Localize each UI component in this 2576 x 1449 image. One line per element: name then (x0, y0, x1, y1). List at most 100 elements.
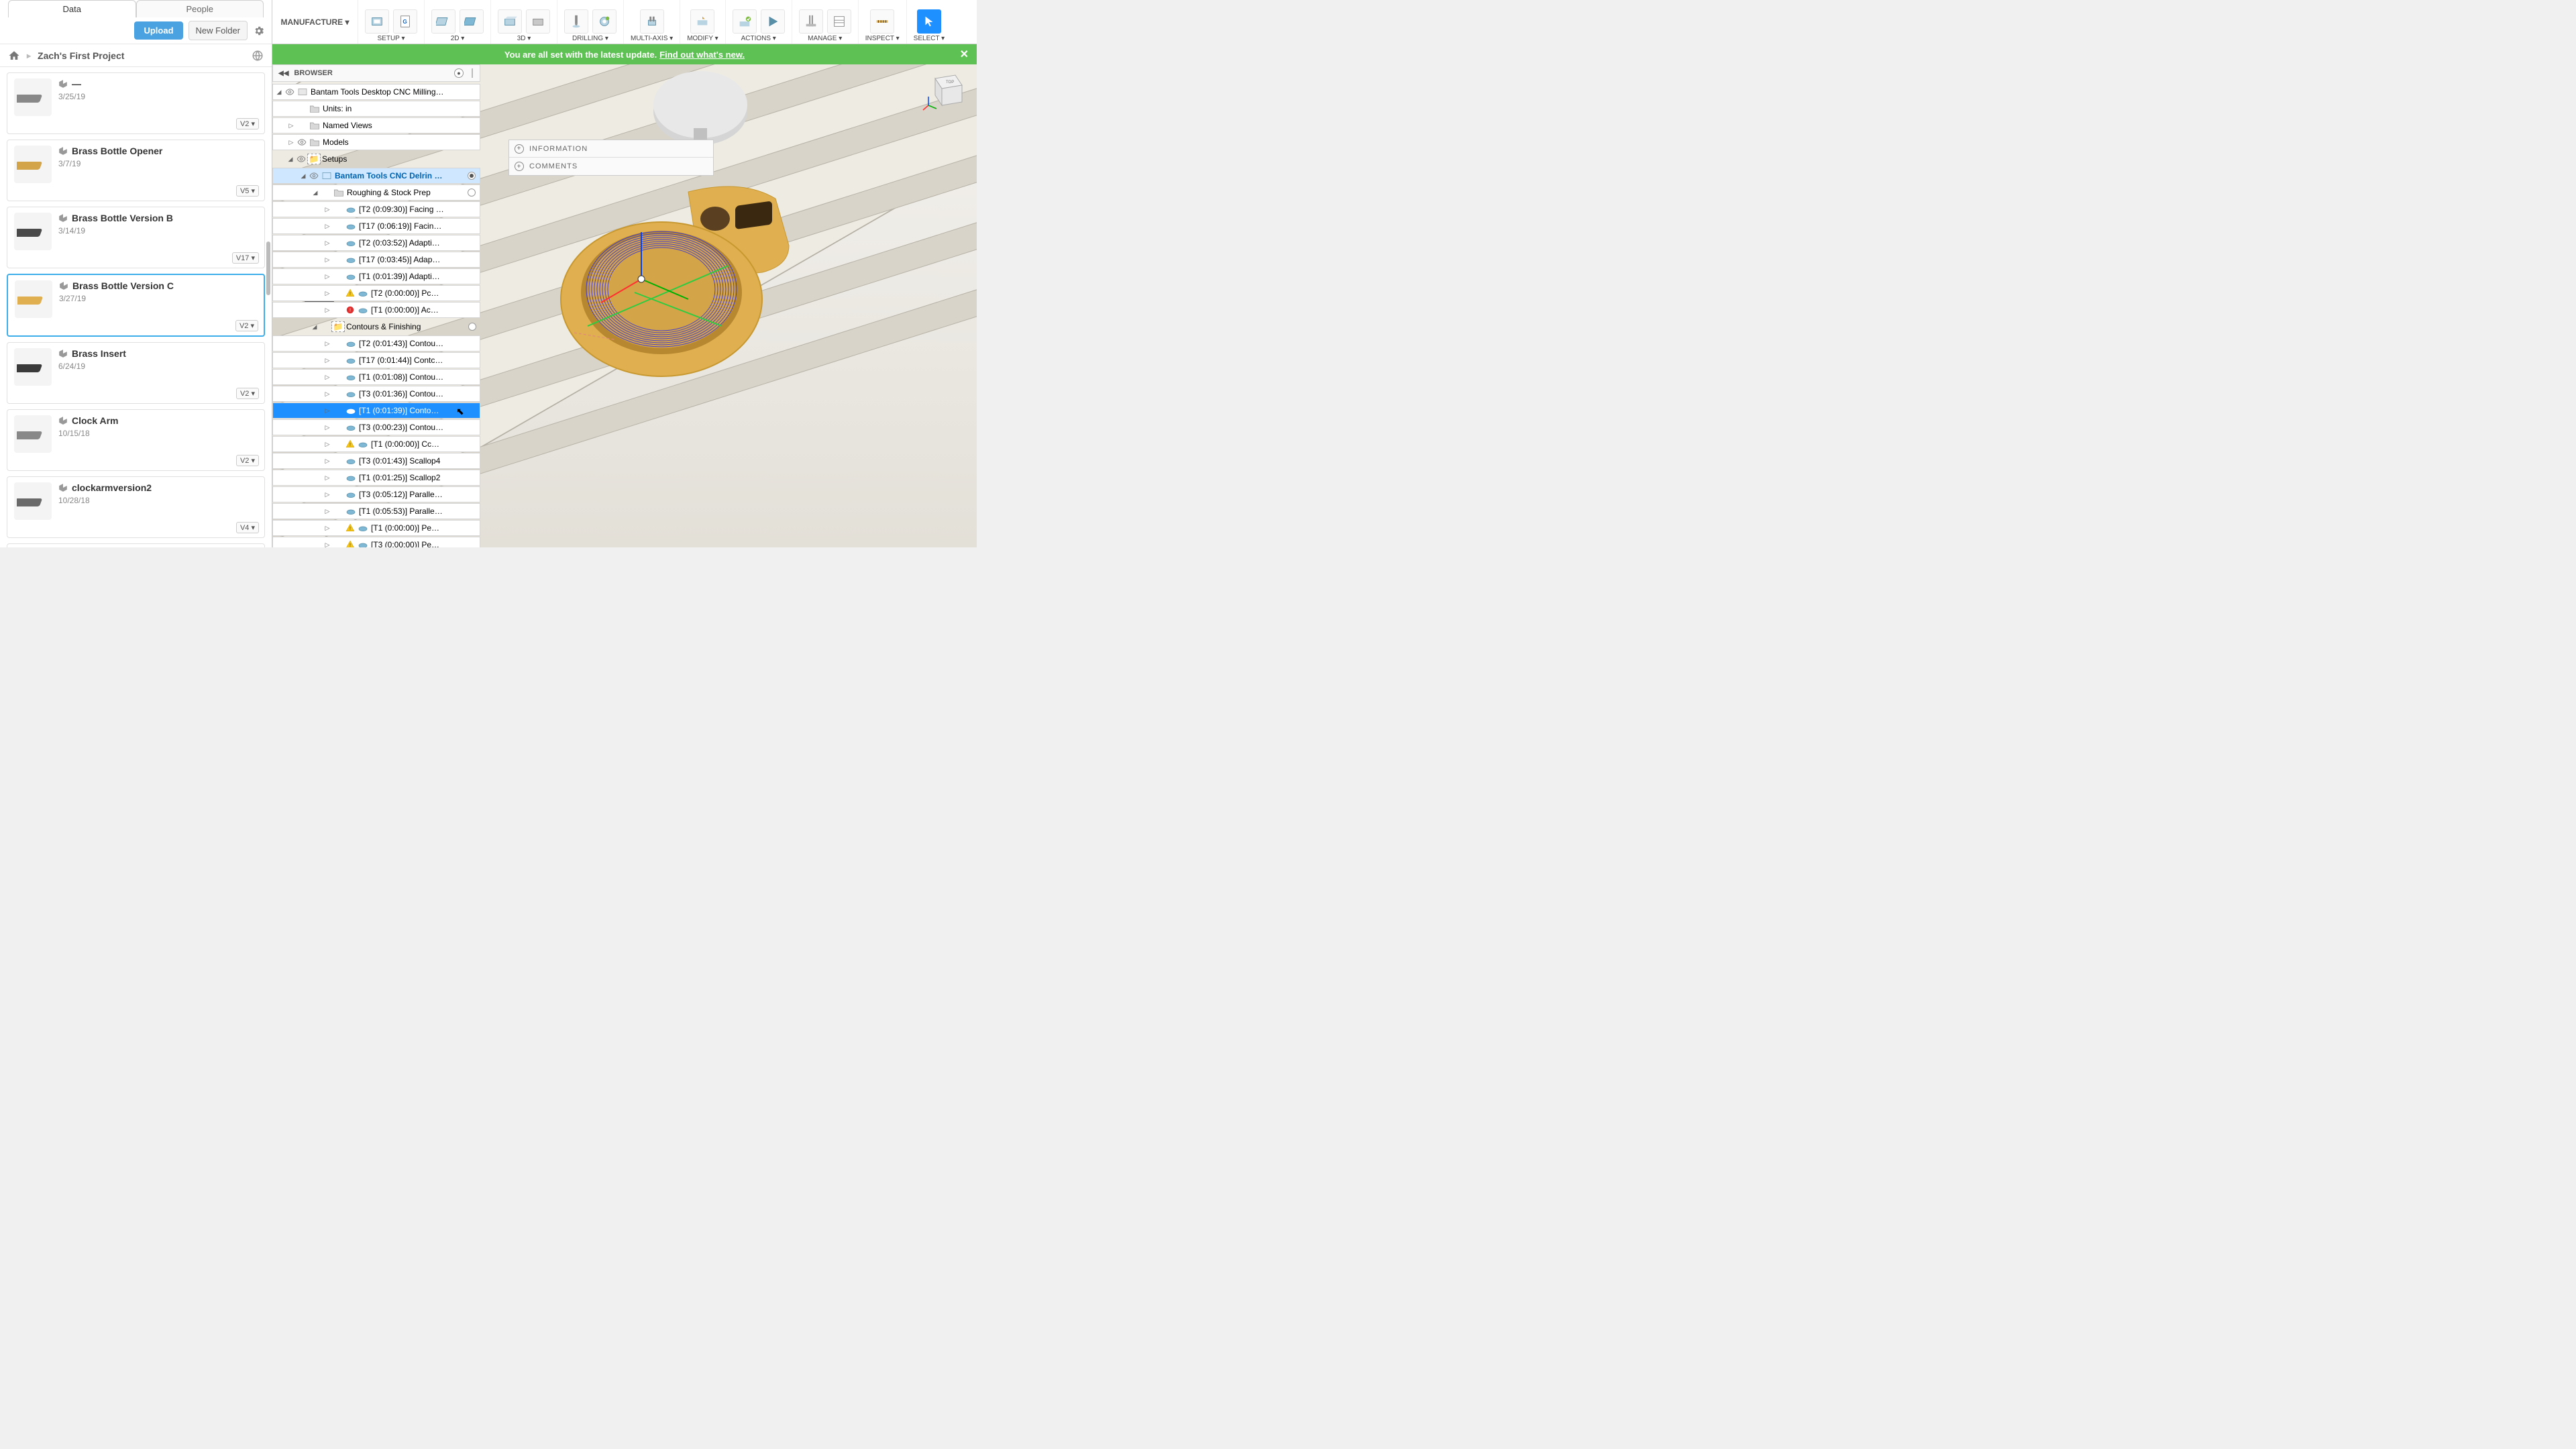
file-card[interactable]: — 3/25/19 V2 ▾ (7, 72, 265, 134)
tab-data[interactable]: Data (8, 0, 136, 17)
tree-operation[interactable]: ▷ [T2 (0:01:43)] Contou… (272, 335, 480, 352)
banner-close-icon[interactable]: ✕ (960, 48, 969, 61)
expand-arrow-icon[interactable]: ▷ (324, 525, 331, 532)
file-card[interactable]: Brass Insert 6/24/19 V2 ▾ (7, 342, 265, 404)
expand-arrow-icon[interactable]: ▷ (324, 206, 331, 213)
nc-program-button[interactable]: G (393, 9, 417, 34)
select-button[interactable] (917, 9, 941, 34)
version-badge[interactable]: V5 ▾ (236, 185, 259, 197)
active-radio[interactable] (468, 172, 476, 180)
expand-arrow-icon[interactable]: ▷ (324, 424, 331, 431)
tree-operation[interactable]: ▷ [T17 (0:06:19)] Facin… (272, 218, 480, 234)
expand-arrow-icon[interactable]: ◢ (287, 156, 294, 163)
home-icon[interactable] (8, 50, 20, 62)
expand-arrow-icon[interactable]: ◢ (300, 172, 307, 180)
expand-arrow-icon[interactable]: ▷ (324, 458, 331, 465)
new-setup-button[interactable] (365, 9, 389, 34)
file-card[interactable]: Brass Bottle Version B 3/14/19 V17 ▾ (7, 207, 265, 268)
tree-operation[interactable]: ▷ ! [T2 (0:00:00)] Pc… (272, 285, 480, 301)
file-card[interactable]: clockarmversion2_test 10/25/18 V3 ▾ (7, 543, 265, 547)
expand-arrow-icon[interactable]: ▷ (324, 491, 331, 498)
file-list[interactable]: — 3/25/19 V2 ▾ Brass Bottle Opener 3/7/1… (0, 67, 272, 547)
visibility-icon[interactable] (297, 154, 306, 164)
tree-operation[interactable]: ▷ [T17 (0:01:44)] Contc… (272, 352, 480, 368)
3d-label[interactable]: 3D ▾ (517, 35, 531, 42)
modify-label[interactable]: MODIFY ▾ (687, 35, 718, 42)
new-folder-button[interactable]: New Folder (189, 21, 248, 40)
expand-arrow-icon[interactable]: ▷ (324, 223, 331, 230)
simulate-button[interactable] (761, 9, 785, 34)
tree-operation[interactable]: ▷ [T3 (0:01:36)] Contou… (272, 386, 480, 402)
expand-arrow-icon[interactable]: ▷ (324, 256, 331, 264)
gear-icon[interactable] (253, 25, 265, 37)
manage-label[interactable]: MANAGE ▾ (808, 35, 842, 42)
tree-operation[interactable]: ▷ [T1 (0:05:53)] Paralle… (272, 503, 480, 519)
expand-arrow-icon[interactable]: ▷ (288, 122, 294, 129)
file-card[interactable]: clockarmversion2 10/28/18 V4 ▾ (7, 476, 265, 538)
3d-op1-button[interactable] (498, 9, 522, 34)
inspect-label[interactable]: INSPECT ▾ (865, 35, 900, 42)
viewcube[interactable]: TOP (922, 68, 969, 115)
multiaxis-label[interactable]: MULTI-AXIS ▾ (631, 35, 673, 42)
tree-folder-roughing[interactable]: ◢ Roughing & Stock Prep (272, 184, 480, 201)
tree-operation[interactable]: ▷ ! [T1 (0:00:00)] Ac… (272, 302, 480, 318)
expand-arrow-icon[interactable]: ▷ (324, 374, 331, 381)
2d-label[interactable]: 2D ▾ (451, 35, 465, 42)
viewport-3d[interactable]: TOP + INFORMATION + COMMENTS ◀◀ BROWSER (272, 64, 977, 547)
globe-icon[interactable] (252, 50, 264, 62)
visibility-icon[interactable] (285, 87, 294, 97)
expand-arrow-icon[interactable]: ▷ (324, 307, 331, 314)
workspace-switcher[interactable]: MANUFACTURE ▾ (272, 0, 358, 44)
active-radio[interactable] (468, 323, 476, 331)
tree-operation[interactable]: ▷ ! [T3 (0:00:00)] Pe… (272, 537, 480, 547)
expand-arrow-icon[interactable]: ◢ (311, 323, 318, 331)
collapse-icon[interactable]: ● (454, 68, 464, 78)
version-badge[interactable]: V4 ▾ (236, 522, 259, 533)
tool-library-button[interactable] (799, 9, 823, 34)
expand-arrow-icon[interactable]: ▷ (324, 407, 331, 415)
info-expand[interactable]: + INFORMATION (509, 140, 713, 158)
tree-folder-contours[interactable]: ◢ 📁 Contours & Finishing (272, 319, 480, 335)
upload-button[interactable]: Upload (134, 21, 182, 40)
generate-button[interactable] (733, 9, 757, 34)
file-card[interactable]: Brass Bottle Version C 3/27/19 V2 ▾ (7, 274, 265, 337)
tree-operation[interactable]: ▷ [T3 (0:00:23)] Contou… (272, 419, 480, 435)
tree-operation[interactable]: ▷ [T1 (0:01:39)] Adapti… (272, 268, 480, 284)
expand-arrow-icon[interactable]: ▷ (324, 441, 331, 448)
drilling-label[interactable]: DRILLING ▾ (572, 35, 608, 42)
tree-operation[interactable]: ▷ [T2 (0:09:30)] Facing … (272, 201, 480, 217)
expand-arrow-icon[interactable]: ◢ (276, 89, 282, 96)
version-badge[interactable]: V2 ▾ (236, 455, 259, 466)
modify-button[interactable] (690, 9, 714, 34)
visibility-icon[interactable] (297, 138, 307, 147)
banner-link[interactable]: Find out what's new. (659, 50, 745, 60)
file-card[interactable]: Brass Bottle Opener 3/7/19 V5 ▾ (7, 140, 265, 201)
expand-arrow-icon[interactable]: ▷ (324, 508, 331, 515)
expand-arrow-icon[interactable]: ▷ (324, 357, 331, 364)
scrollbar[interactable] (266, 241, 270, 295)
visibility-icon[interactable] (309, 171, 319, 180)
expand-arrow-icon[interactable]: ▷ (324, 541, 331, 548)
select-label[interactable]: SELECT ▾ (914, 35, 945, 42)
expand-arrow-icon[interactable]: ▷ (288, 139, 294, 146)
expand-arrow-icon[interactable]: ▷ (324, 239, 331, 247)
expand-arrow-icon[interactable]: ▷ (324, 390, 331, 398)
active-radio[interactable] (468, 189, 476, 197)
tree-operation[interactable]: ▷ [T1 (0:01:08)] Contou… (272, 369, 480, 385)
2d-op2-button[interactable] (460, 9, 484, 34)
tree-operation[interactable]: ▷ [T3 (0:01:43)] Scallop4 (272, 453, 480, 469)
multiaxis-button[interactable] (640, 9, 664, 34)
tree-operation[interactable]: ▷ [T2 (0:03:52)] Adapti… (272, 235, 480, 251)
setup-label[interactable]: SETUP ▾ (378, 35, 405, 42)
tree-setup-active[interactable]: ◢ Bantam Tools CNC Delrin … (272, 168, 480, 184)
version-badge[interactable]: V2 ▾ (235, 320, 258, 331)
tree-operation[interactable]: ▷ [T1 (0:01:39)] Conto… (272, 402, 480, 419)
tree-units[interactable]: Units: in (272, 101, 480, 117)
expand-arrow-icon[interactable]: ▷ (324, 273, 331, 280)
expand-arrow-icon[interactable]: ▷ (324, 474, 331, 482)
hole-button[interactable] (592, 9, 616, 34)
drill-button[interactable] (564, 9, 588, 34)
tree-operation[interactable]: ▷ [T3 (0:05:12)] Paralle… (272, 486, 480, 502)
manage-button[interactable] (827, 9, 851, 34)
tab-people[interactable]: People (136, 0, 264, 17)
